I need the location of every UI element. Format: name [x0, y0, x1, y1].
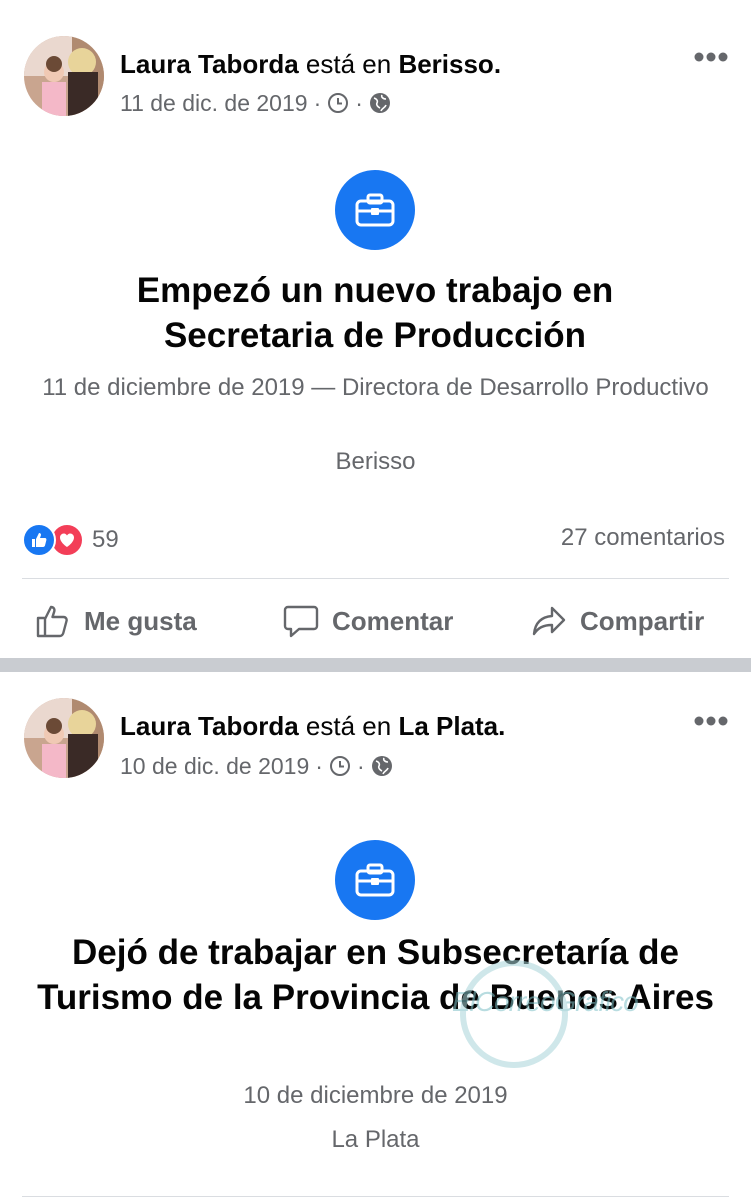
clock-icon: [327, 92, 349, 114]
feed-separator: [0, 658, 751, 672]
post-2: Laura Taborda está en La Plata. 10 de di…: [0, 672, 751, 1200]
share-button[interactable]: Compartir: [530, 596, 704, 646]
share-label: Compartir: [580, 605, 705, 636]
avatar[interactable]: [24, 698, 104, 778]
like-button[interactable]: Me gusta: [34, 596, 197, 646]
life-event-place: Berisso: [335, 448, 416, 475]
reaction-count: 59: [92, 526, 119, 553]
share-arrow-icon: [532, 606, 566, 636]
comment-button[interactable]: Comentar: [282, 596, 453, 646]
comment-bubble-icon: [283, 605, 319, 638]
life-event-detail: 10 de diciembre de 2019: [243, 1082, 508, 1109]
post-meta: 11 de dic. de 2019 · ·: [120, 88, 391, 118]
post-date[interactable]: 11 de dic. de 2019: [120, 88, 308, 118]
briefcase-icon: [335, 840, 415, 920]
location-name[interactable]: Berisso: [398, 49, 493, 79]
location-prefix: está en: [305, 711, 392, 741]
reactions-summary[interactable]: 59: [22, 523, 119, 557]
more-options-icon[interactable]: [693, 50, 729, 62]
clock-icon: [329, 755, 351, 777]
post-meta: 10 de dic. de 2019 · ·: [120, 751, 393, 781]
post-header: Laura Taborda está en La Plata.: [120, 711, 506, 741]
divider: [22, 1196, 729, 1197]
location-prefix: está en: [305, 49, 392, 79]
post-1: Laura Taborda está en Berisso. 11 de dic…: [0, 0, 751, 658]
life-event-place: La Plata: [331, 1126, 420, 1153]
life-event-title: Empezó un nuevo trabajo en Secretaria de…: [136, 271, 614, 355]
author-name[interactable]: Laura Taborda: [120, 49, 299, 79]
globe-icon: [369, 92, 391, 114]
post-date[interactable]: 10 de dic. de 2019: [120, 751, 309, 781]
like-reaction-icon: [22, 523, 56, 557]
thumbs-up-icon: [36, 605, 68, 638]
globe-icon: [371, 755, 393, 777]
divider: [22, 578, 729, 579]
post-actions: Me gusta Comentar Compartir: [0, 596, 751, 646]
comment-label: Comentar: [332, 605, 454, 636]
life-event-detail: 11 de diciembre de 2019 — Directora de D…: [42, 374, 709, 401]
like-label: Me gusta: [84, 605, 197, 636]
more-options-icon[interactable]: [693, 714, 729, 726]
comments-count[interactable]: 27 comentarios: [561, 524, 725, 552]
avatar[interactable]: [24, 36, 104, 116]
author-name[interactable]: Laura Taborda: [120, 711, 299, 741]
post-header: Laura Taborda está en Berisso.: [120, 49, 502, 79]
location-name[interactable]: La Plata: [398, 711, 498, 741]
life-event-title: Dejó de trabajar en Subsecretaría de Tur…: [37, 933, 714, 1017]
briefcase-icon: [335, 170, 415, 250]
